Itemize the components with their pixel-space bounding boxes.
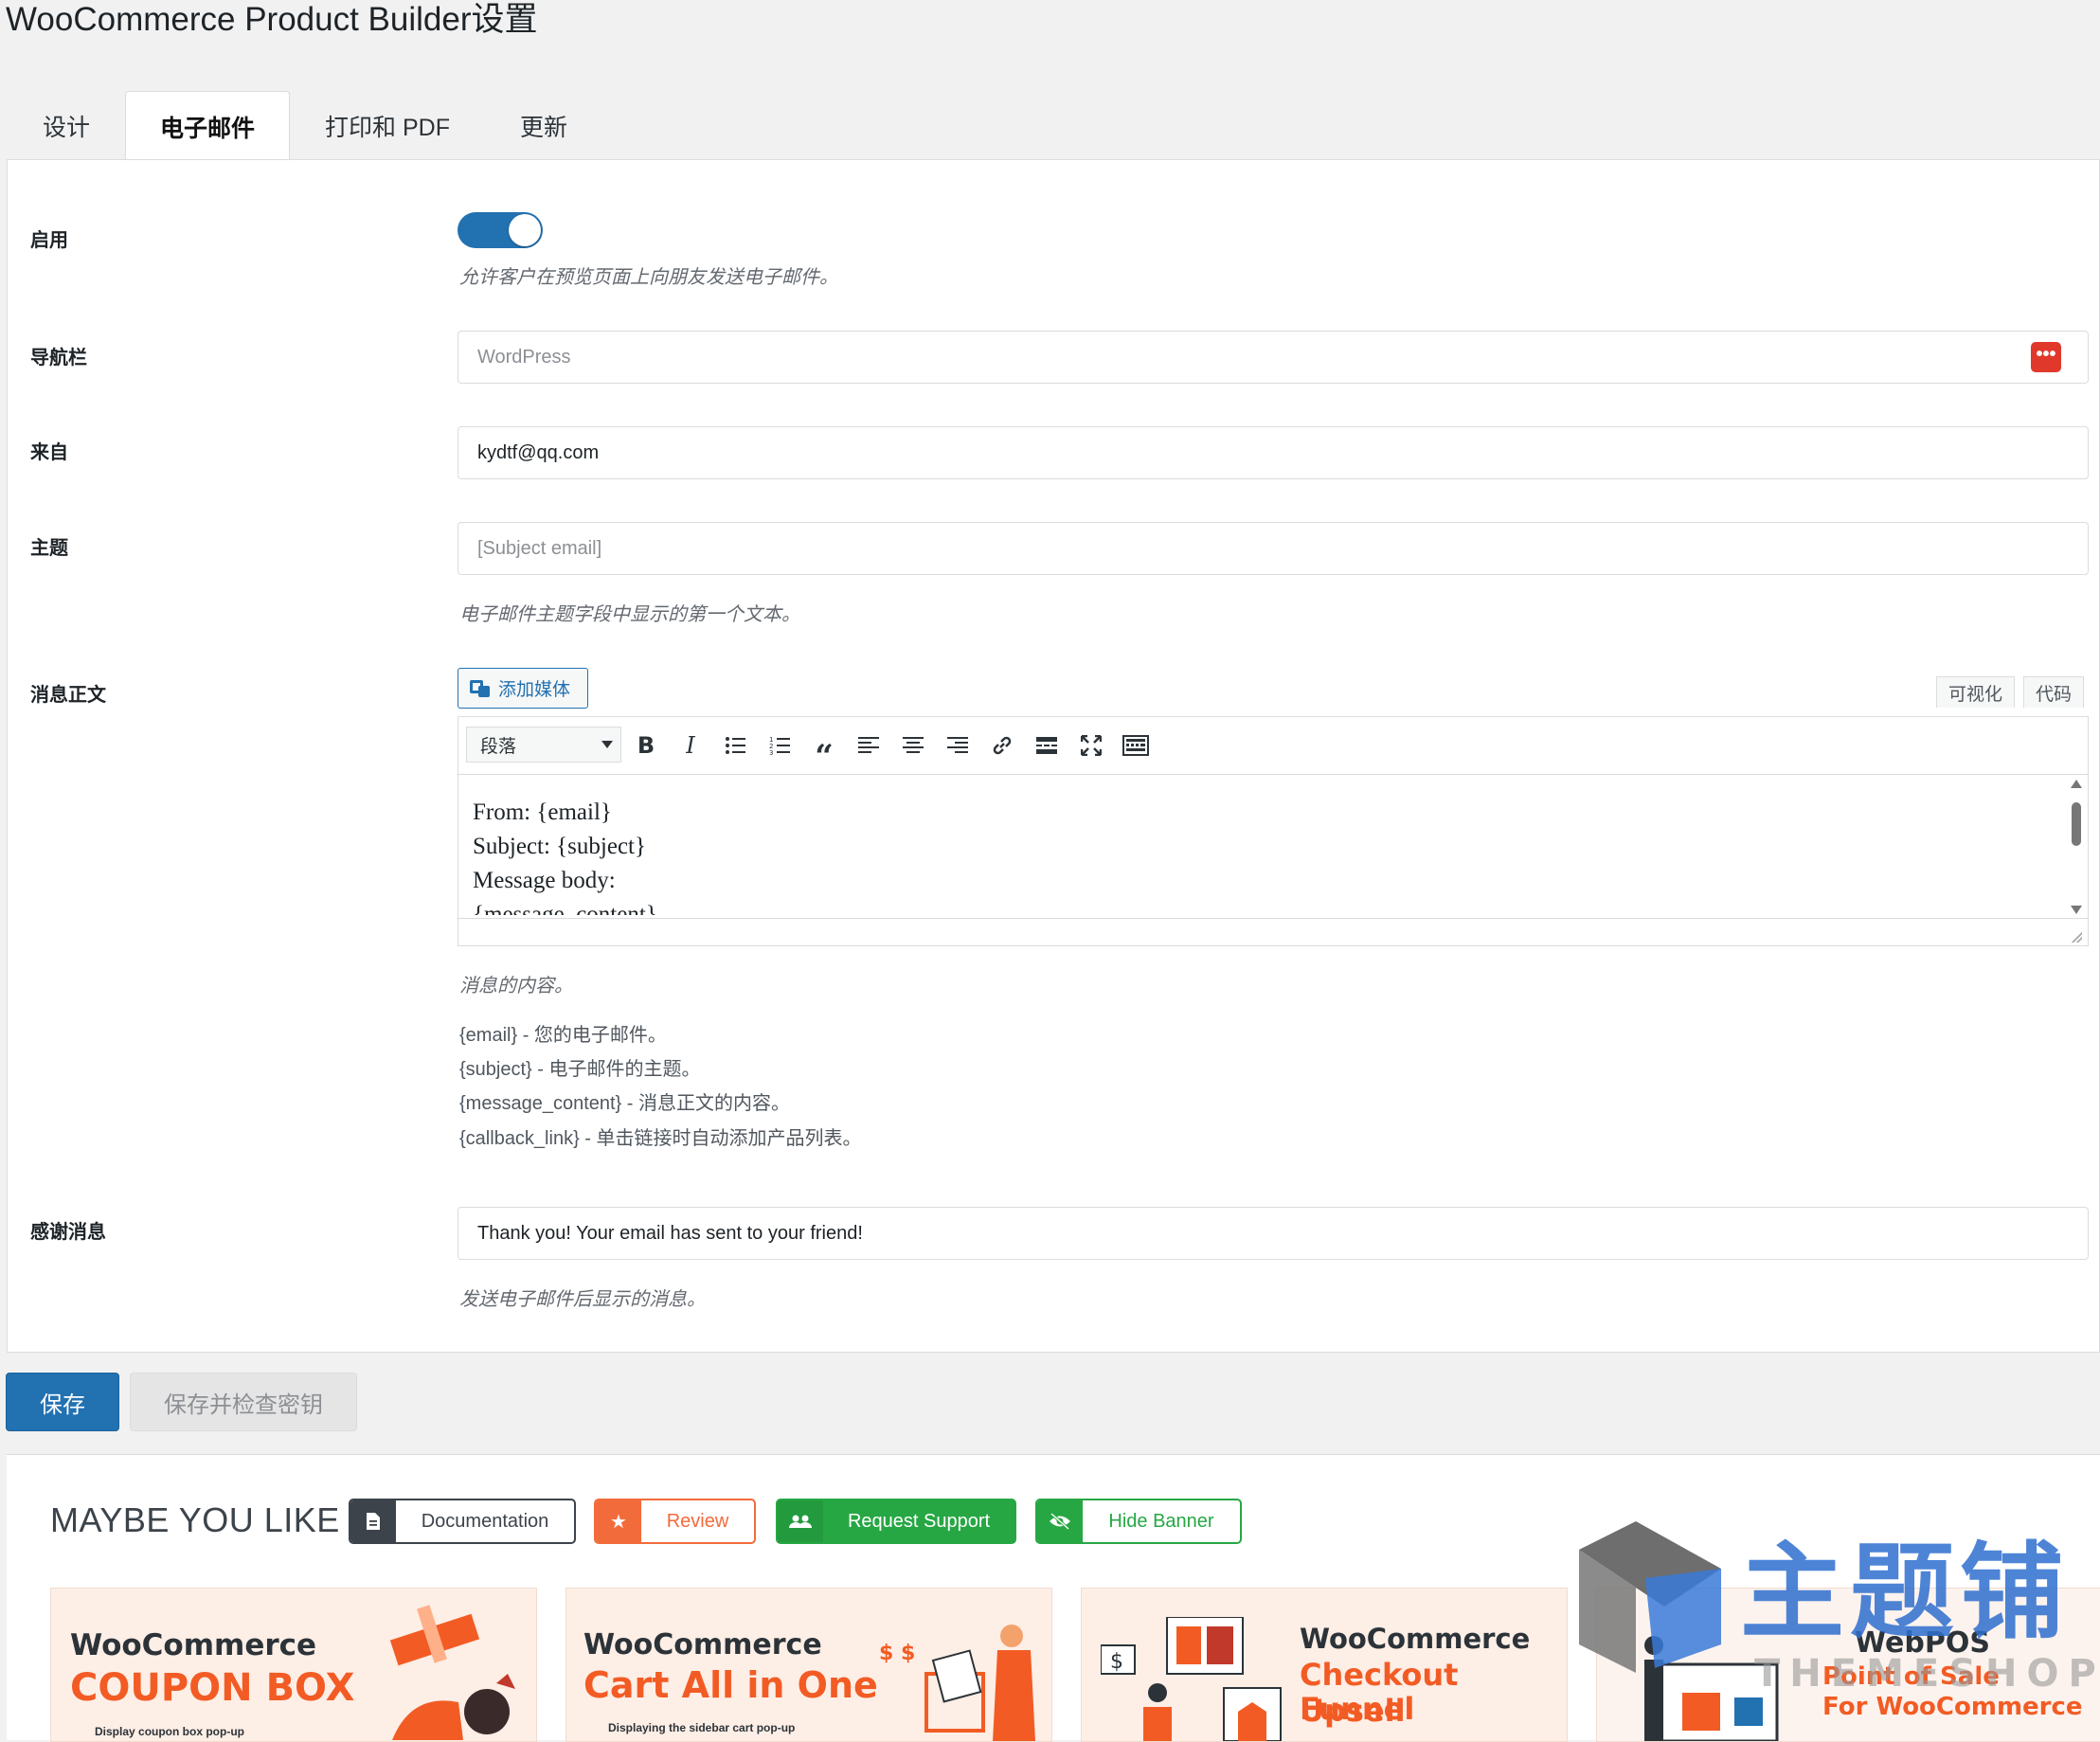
shopping-cart-illustration: $ $ — [879, 1625, 1035, 1741]
checkout-illustration: $ — [1101, 1617, 1282, 1741]
email-settings-panel: 启用 允许客户在预览页面上向朋友发送电子邮件。 导航栏 WordPress ••… — [7, 159, 2100, 1353]
card-tagline: Display coupon box pop-up — [95, 1725, 244, 1738]
variable-help-callback-link: {callback_link} - 单击链接时自动添加产品列表。 — [459, 1128, 862, 1149]
tab-email[interactable]: 电子邮件 — [125, 91, 291, 161]
scroll-thumb[interactable] — [2072, 802, 2081, 846]
svg-text:3: 3 — [769, 749, 773, 755]
review-label: Review — [666, 1510, 729, 1532]
svg-text:$: $ — [1110, 1650, 1123, 1674]
more-dots-icon[interactable]: ••• — [2031, 342, 2061, 372]
format-select[interactable]: 段落 — [466, 727, 621, 763]
subject-input[interactable]: [Subject email] — [458, 522, 2089, 575]
variable-help-email: {email} - 您的电子邮件。 — [459, 1025, 667, 1046]
message-editor: 段落 B I 123 “ From: {email} Subject: {sub… — [458, 716, 2089, 946]
page-title: WooCommerce Product Builder设置 — [6, 1, 538, 38]
tab-design[interactable]: 设计 — [8, 90, 125, 160]
from-email-field[interactable]: kydtf@qq.com — [458, 426, 2089, 479]
document-icon — [350, 1500, 396, 1542]
watermark-subtext: THEMESHOP — [1754, 1652, 2100, 1696]
watermark-logo — [1579, 1521, 1721, 1673]
users-icon — [778, 1500, 823, 1542]
numbered-list-icon[interactable]: 123 — [763, 730, 796, 761]
tab-code[interactable]: 代码 — [2023, 676, 2085, 708]
align-center-icon[interactable] — [897, 730, 929, 761]
card-product-subname: Funnel — [1300, 1691, 1415, 1727]
thanks-description: 发送电子邮件后显示的消息。 — [459, 1289, 706, 1310]
format-select-value: 段落 — [480, 736, 517, 757]
resize-handle-icon[interactable] — [2069, 929, 2082, 943]
product-card-checkout-upsell[interactable]: WooCommerce Checkout Upsell Funnel $ — [1081, 1588, 1568, 1742]
card-tagline: Displaying the sidebar cart pop-up — [608, 1721, 796, 1734]
content-line: Subject: {subject} — [473, 834, 646, 859]
content-line: Message body: — [473, 868, 616, 893]
save-check-key-button[interactable]: 保存并检查密钥 — [130, 1373, 357, 1431]
scroll-up-icon[interactable] — [2071, 780, 2082, 788]
product-card-cart-all-in-one[interactable]: WooCommerce Cart All in One Displaying t… — [565, 1588, 1052, 1742]
editor-toolbar: 段落 B I 123 “ — [458, 717, 2088, 776]
toggle-knob — [509, 214, 541, 246]
subject-description: 电子邮件主题字段中显示的第一个文本。 — [459, 604, 800, 625]
add-media-label: 添加媒体 — [498, 680, 571, 700]
align-left-icon[interactable] — [853, 730, 885, 761]
request-support-button[interactable]: Request Support — [776, 1499, 1016, 1544]
link-icon[interactable] — [986, 730, 1018, 761]
card-product-name: Cart All in One — [583, 1664, 878, 1706]
align-right-icon[interactable] — [942, 730, 974, 761]
hide-banner-label: Hide Banner — [1108, 1510, 1214, 1532]
variable-help-message-content: {message_content} - 消息正文的内容。 — [459, 1093, 791, 1114]
review-button[interactable]: ★ Review — [594, 1499, 756, 1544]
request-support-label: Request Support — [847, 1510, 991, 1532]
editor-content-area[interactable]: From: {email} Subject: {subject} Message… — [458, 775, 2069, 915]
hide-banner-button[interactable]: Hide Banner — [1035, 1499, 1242, 1544]
navbar-label: 导航栏 — [30, 348, 87, 368]
enable-label: 启用 — [30, 230, 68, 251]
tab-visual[interactable]: 可视化 — [1936, 676, 2016, 708]
chevron-down-icon — [601, 741, 613, 748]
fullscreen-icon[interactable] — [1075, 730, 1107, 761]
content-line: {message_content} — [473, 902, 657, 915]
card-product-name: COUPON BOX — [70, 1666, 355, 1710]
banner-title: MAYBE YOU LIKE — [50, 1500, 340, 1539]
thanks-message-field[interactable]: Thank you! Your email has sent to your f… — [458, 1207, 2089, 1260]
blockquote-icon[interactable]: “ — [808, 730, 840, 776]
media-icon — [470, 678, 491, 699]
toolbar-toggle-icon[interactable] — [1120, 730, 1152, 761]
documentation-button[interactable]: Documentation — [349, 1499, 576, 1544]
editor-statusbar — [458, 918, 2088, 945]
read-more-icon[interactable] — [1031, 730, 1063, 761]
subject-label: 主题 — [30, 538, 68, 559]
product-card-coupon-box[interactable]: WooCommerce COUPON BOX Display coupon bo… — [50, 1588, 537, 1742]
message-description: 消息的内容。 — [459, 976, 573, 997]
svg-text:$ $: $ $ — [879, 1642, 915, 1665]
gift-box-illustration — [389, 1605, 515, 1740]
message-body-label: 消息正文 — [30, 685, 106, 706]
tab-print-pdf[interactable]: 打印和 PDF — [290, 90, 485, 160]
scroll-down-icon[interactable] — [2071, 906, 2082, 914]
italic-icon[interactable]: I — [674, 730, 707, 761]
bold-icon[interactable]: B — [630, 730, 662, 761]
card-brand: WooCommerce — [583, 1628, 822, 1661]
card-brand: WooCommerce — [1300, 1623, 1531, 1655]
variable-help-subject: {subject} - 电子邮件的主题。 — [459, 1059, 701, 1080]
hide-eye-icon — [1037, 1500, 1083, 1542]
add-media-button[interactable]: 添加媒体 — [458, 668, 588, 709]
tab-update[interactable]: 更新 — [485, 90, 602, 160]
enable-description: 允许客户在预览页面上向朋友发送电子邮件。 — [459, 267, 838, 288]
from-label: 来自 — [30, 442, 68, 463]
settings-tabs: 设计 电子邮件 打印和 PDF 更新 — [8, 90, 602, 161]
save-button[interactable]: 保存 — [6, 1373, 119, 1431]
thanks-label: 感谢消息 — [30, 1222, 106, 1243]
content-line: From: {email} — [473, 799, 612, 825]
bullet-list-icon[interactable] — [719, 730, 751, 761]
editor-scrollbar[interactable] — [2069, 780, 2084, 914]
card-brand: WooCommerce — [70, 1628, 317, 1662]
navbar-input[interactable]: WordPress ••• — [458, 331, 2089, 384]
star-icon: ★ — [596, 1500, 641, 1542]
documentation-label: Documentation — [421, 1510, 549, 1532]
card-product-subname: For WooCommerce — [1822, 1693, 2083, 1721]
navbar-placeholder: WordPress — [477, 346, 571, 368]
enable-toggle[interactable] — [458, 212, 543, 248]
watermark-text: 主题铺 — [1740, 1532, 2070, 1653]
recommend-banner: MAYBE YOU LIKE Documentation ★ Review Re… — [7, 1454, 2100, 1742]
